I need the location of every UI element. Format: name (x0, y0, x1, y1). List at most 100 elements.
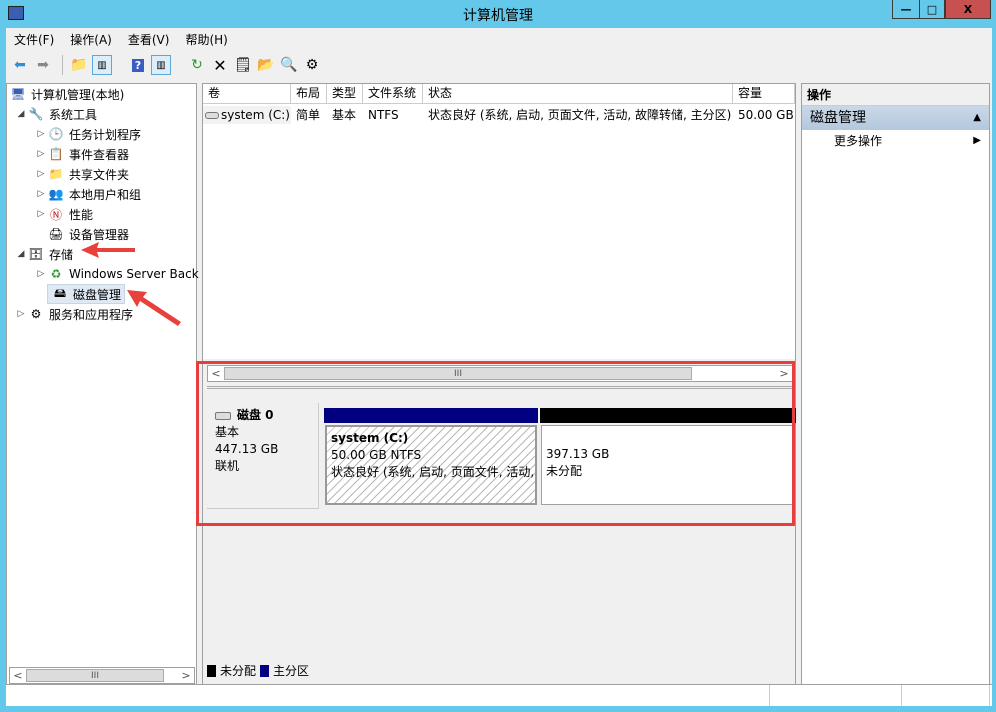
tree-item-performance[interactable]: ▷ Ⓝ 性能 (35, 204, 93, 224)
legend-swatch-primary (260, 664, 270, 677)
forward-icon[interactable]: ➡ (33, 55, 53, 75)
volume-name: system (C:) (221, 108, 290, 122)
expanded-icon[interactable]: ◢ (15, 109, 27, 119)
find-icon[interactable]: 🔍 (279, 55, 299, 75)
submenu-arrow-icon: ▶ (973, 135, 981, 146)
settings-icon[interactable]: ⚙ (302, 55, 322, 75)
volume-cell: system (C:) (203, 106, 291, 124)
tree-item-windows-server-backup[interactable]: ▷ ♻ Windows Server Back (35, 264, 199, 284)
tree-label: 服务和应用程序 (49, 307, 134, 322)
collapsed-icon[interactable]: ▷ (35, 149, 47, 159)
filesystem-cell: NTFS (368, 108, 399, 122)
tree-label: Windows Server Back (69, 267, 199, 281)
column-header-layout[interactable]: 布局 (291, 84, 327, 104)
back-icon[interactable]: ⬅ (10, 55, 30, 75)
column-header-status[interactable]: 状态 (423, 84, 733, 104)
menu-file[interactable]: 文件(F) (14, 31, 54, 48)
more-actions-label: 更多操作 (834, 134, 883, 148)
disk-management-icon: 🖴 (53, 285, 67, 300)
legend-swatch-unallocated (207, 664, 216, 677)
help-icon[interactable]: ? (128, 55, 148, 75)
column-header-filesystem[interactable]: 文件系统 (363, 84, 423, 104)
annotation-arrow-storage (81, 242, 135, 258)
collapsed-icon[interactable]: ▷ (35, 269, 47, 279)
tree-item-storage[interactable]: ◢ 🗄 存储 (15, 244, 73, 264)
status-cell (6, 685, 770, 706)
menu-action[interactable]: 操作(A) (70, 31, 112, 48)
tree-label: 事件查看器 (69, 147, 130, 162)
properties-icon[interactable]: 🗒 (233, 55, 253, 75)
tree-horizontal-scrollbar[interactable]: < III > (9, 667, 195, 684)
tree-item-event-viewer[interactable]: ▷ 📋 事件查看器 (35, 144, 129, 164)
tree-item-disk-management[interactable]: 🖴 磁盘管理 (47, 284, 126, 304)
users-icon: 👥 (48, 187, 64, 201)
close-button[interactable]: X (945, 0, 991, 19)
status-cell: 状态良好 (系统, 启动, 页面文件, 活动, 故障转储, 主分区) (428, 108, 732, 122)
tools-icon: 🔧 (28, 107, 44, 121)
toolbar: ⬅ ➡ 📁 ▥ ? ▥ ↻ ✕ 🗒 📂 🔍 ⚙ (6, 51, 992, 79)
tree-item-local-users[interactable]: ▷ 👥 本地用户和组 (35, 184, 141, 204)
menu-view[interactable]: 查看(V) (128, 31, 170, 48)
delete-icon[interactable]: ✕ (210, 55, 230, 75)
toolbar-divider (62, 55, 63, 75)
tree-label: 计算机管理(本地) (31, 87, 125, 102)
minimize-button[interactable]: — (892, 0, 920, 19)
title-bar: 计算机管理 — □ X (0, 0, 996, 28)
actions-section-disk-management[interactable]: 磁盘管理 ▲ (802, 106, 989, 130)
scroll-left-icon[interactable]: < (10, 668, 26, 683)
backup-icon: ♻ (50, 267, 62, 281)
maximize-button[interactable]: □ (919, 0, 945, 19)
collapse-up-icon[interactable]: ▲ (973, 106, 981, 130)
drive-icon (205, 112, 219, 119)
legend-label: 未分配 (220, 664, 257, 678)
column-header-capacity[interactable]: 容量 (733, 84, 795, 104)
tree-item-root[interactable]: 🖥 计算机管理(本地) (9, 84, 124, 104)
column-header-volume[interactable]: 卷 (203, 84, 291, 104)
collapsed-icon[interactable]: ▷ (35, 209, 47, 219)
more-actions-item[interactable]: 更多操作 ▶ (802, 130, 989, 152)
tree-item-shared-folders[interactable]: ▷ 📁 共享文件夹 (35, 164, 129, 184)
expanded-icon[interactable]: ◢ (15, 249, 27, 259)
collapsed-icon[interactable]: ▷ (35, 169, 47, 179)
performance-icon: Ⓝ (49, 207, 62, 222)
storage-icon: 🗄 (28, 247, 44, 261)
status-cell (770, 685, 902, 706)
layout-cell: 简单 (296, 108, 321, 122)
event-log-icon: 📋 (48, 147, 64, 161)
collapsed-icon[interactable]: ▷ (35, 129, 47, 139)
menu-help[interactable]: 帮助(H) (185, 31, 227, 48)
legend: 未分配 主分区 (207, 662, 309, 679)
annotation-highlight-box (196, 361, 795, 526)
column-header-type[interactable]: 类型 (327, 84, 363, 104)
collapsed-icon[interactable]: ▷ (15, 309, 27, 319)
tree-label: 任务计划程序 (69, 127, 142, 142)
tree-label: 性能 (69, 207, 94, 222)
type-cell: 基本 (332, 108, 357, 122)
scroll-right-icon[interactable]: > (178, 668, 194, 683)
actions-pane: 操作 磁盘管理 ▲ 更多操作 ▶ (801, 83, 990, 686)
capacity-cell: 50.00 GB (738, 108, 794, 122)
actions-header: 操作 (802, 84, 989, 106)
tree-label: 系统工具 (49, 107, 98, 122)
refresh-icon[interactable]: ↻ (187, 55, 207, 75)
clock-icon: 🕒 (48, 127, 64, 141)
scrollbar-thumb[interactable]: III (26, 669, 164, 682)
up-icon[interactable]: 📁 (69, 55, 89, 75)
tree-label: 磁盘管理 (73, 287, 122, 302)
legend-label: 主分区 (273, 664, 310, 678)
section-label: 磁盘管理 (810, 110, 866, 126)
collapsed-icon[interactable]: ▷ (35, 189, 47, 199)
tree-item-services[interactable]: ▷ ⚙ 服务和应用程序 (15, 304, 133, 324)
window-title: 计算机管理 (463, 8, 533, 24)
show-hide-tree-icon[interactable]: ▥ (92, 55, 112, 75)
device-manager-icon: 🖨 (48, 227, 64, 241)
computer-icon: 🖥 (10, 87, 26, 101)
show-hide-action-icon[interactable]: ▥ (151, 55, 171, 75)
shared-folder-icon: 📁 (48, 167, 64, 181)
open-icon[interactable]: 📂 (256, 55, 276, 75)
annotation-arrow-disk-management (127, 290, 181, 326)
tree-item-task-scheduler[interactable]: ▷ 🕒 任务计划程序 (35, 124, 141, 144)
tree-item-system-tools[interactable]: ◢ 🔧 系统工具 (15, 104, 97, 124)
